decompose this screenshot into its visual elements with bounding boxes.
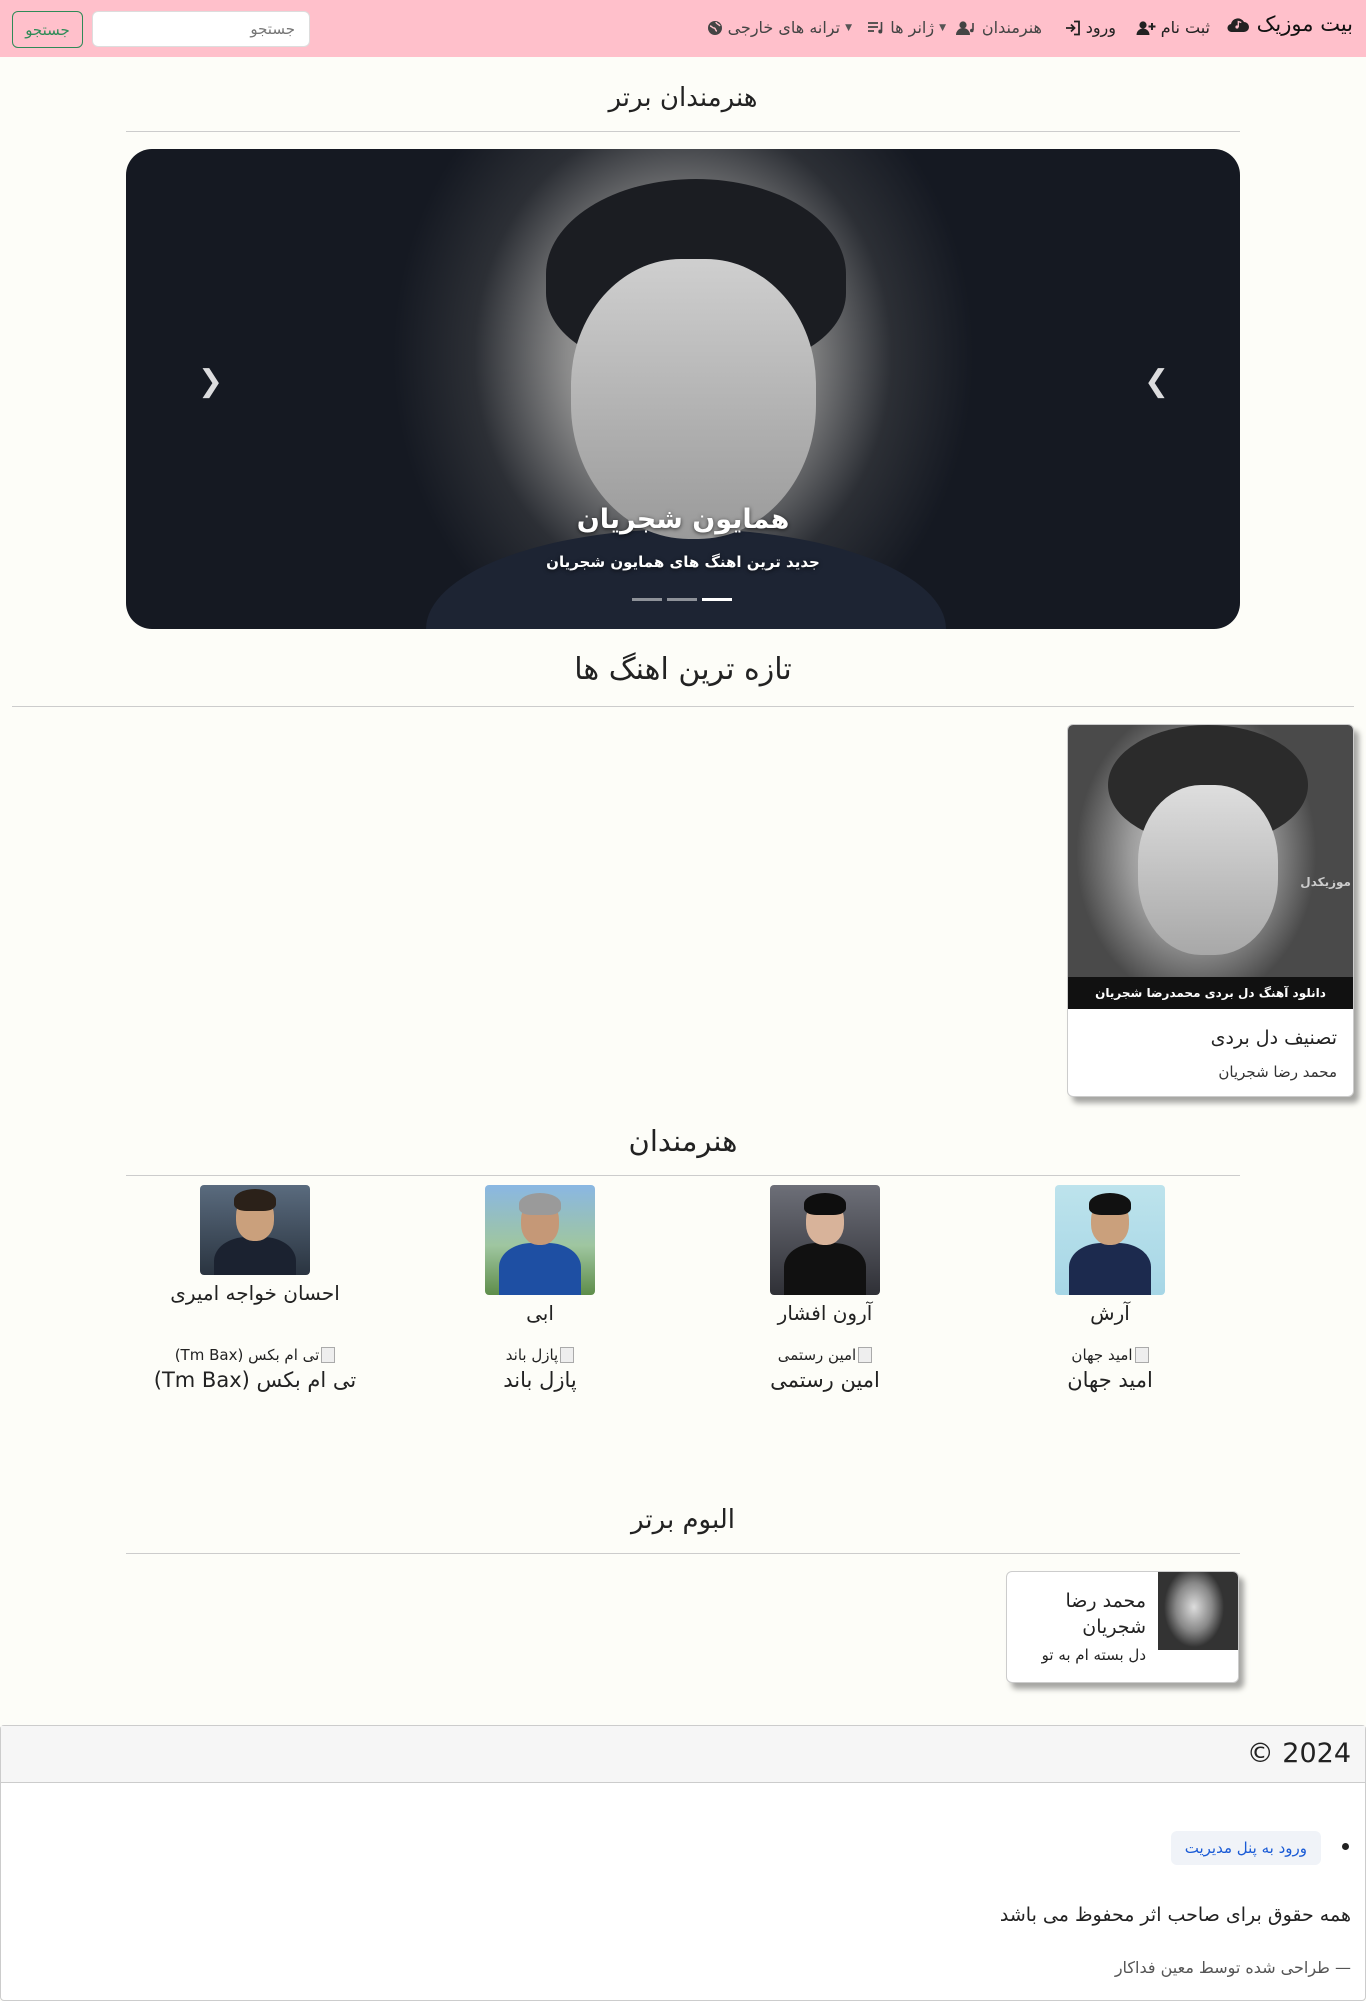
divider: [126, 131, 1240, 132]
navbar: بیت موزیک ثبت نام ورود هنرمندان ▼ ژانر ه…: [0, 0, 1366, 57]
photo-body: [499, 1243, 581, 1295]
artist-name: آرش: [1090, 1301, 1130, 1325]
nav-login[interactable]: ورود: [1065, 18, 1116, 37]
artist-item[interactable]: پازل باند پازل باند: [420, 1346, 660, 1392]
carousel-indicator[interactable]: [667, 598, 697, 601]
artist-photo-broken: پازل باند: [420, 1346, 660, 1364]
artist-item[interactable]: تی ام بکس (Tm Bax) تی ام بکس (Tm Bax): [135, 1346, 375, 1392]
top-albums-heading: البوم برتر: [631, 1505, 735, 1535]
broken-image-icon: [858, 1347, 873, 1363]
nav-foreign-songs[interactable]: ▼ ترانه های خارجی: [707, 18, 852, 37]
photo-body: [1069, 1243, 1151, 1295]
broken-image-icon: [1134, 1347, 1149, 1363]
artist-photo: [200, 1185, 310, 1275]
artist-item[interactable]: امین رستمی امین رستمی: [705, 1346, 945, 1392]
user-plus-icon: [1136, 20, 1156, 35]
song-artist: محمد رضا شجریان: [1218, 1063, 1337, 1081]
cover-watermark: موزیکدل: [1300, 875, 1351, 889]
nav-genres-label: ژانر ها: [890, 18, 935, 37]
footer: 2024 © ورود به پنل مدیریت همه حقوق برای …: [0, 1725, 1366, 2001]
brand-label: بیت موزیک: [1256, 12, 1353, 36]
top-artists-heading: هنرمندان برتر: [608, 83, 758, 113]
cover-banner: دانلود آهنگ دل بردی محمدرضا شجریان: [1068, 977, 1353, 1009]
carousel-caption-title: همایون شجریان: [576, 504, 790, 535]
brand-link[interactable]: بیت موزیک: [1226, 12, 1353, 36]
artist-name: تی ام بکس (Tm Bax): [153, 1368, 357, 1392]
cloud-music-icon: [1227, 18, 1249, 33]
photo-hair: [519, 1193, 561, 1215]
artist-name: احسان خواجه امیری: [170, 1281, 340, 1305]
users-music-icon: [955, 20, 974, 35]
artist-item[interactable]: احسان خواجه امیری: [135, 1185, 375, 1305]
artist-photo: [485, 1185, 595, 1295]
artist-photo-broken: امید جهان: [990, 1346, 1230, 1364]
login-icon: [1065, 20, 1080, 35]
divider: [12, 706, 1354, 707]
nav-genres[interactable]: ▼ ژانر ها: [867, 18, 946, 37]
artist-photo-alt: امید جهان: [1071, 1346, 1133, 1364]
album-card[interactable]: محمد رضا شجریان دل بسته ام به تو: [1006, 1571, 1239, 1683]
broken-image-icon: [321, 1347, 336, 1363]
song-card[interactable]: موزیکدل دانلود آهنگ دل بردی محمدرضا شجری…: [1067, 724, 1354, 1097]
carousel-caption-subtitle: جدید ترین اهنگ های همایون شجریان: [546, 553, 820, 571]
carousel-next-chevron-icon[interactable]: ❯: [1144, 364, 1169, 399]
nav-register[interactable]: ثبت نام: [1136, 18, 1210, 37]
globe-icon: [707, 20, 722, 35]
photo-body: [784, 1243, 866, 1295]
artist-item[interactable]: آرون افشار: [705, 1185, 945, 1325]
artist-photo: [1055, 1185, 1165, 1295]
nav-artists[interactable]: هنرمندان: [955, 18, 1042, 37]
artist-name: آرون افشار: [777, 1301, 873, 1325]
nav-artists-label: هنرمندان: [981, 18, 1042, 37]
footer-header: 2024 ©: [1, 1726, 1365, 1783]
chevron-down-icon: ▼: [939, 22, 946, 33]
admin-panel-link[interactable]: ورود به پنل مدیریت: [1170, 1831, 1321, 1865]
footer-credit: — طراحی شده توسط معین فداکار: [1114, 1958, 1351, 1977]
cover-face: [1138, 785, 1278, 955]
footer-copyright-year: 2024 ©: [1246, 1738, 1351, 1769]
artist-photo-broken: امین رستمی: [705, 1346, 945, 1364]
photo-hair: [1089, 1193, 1131, 1215]
artist-item[interactable]: ابی: [420, 1185, 660, 1325]
photo-hair: [804, 1193, 846, 1215]
artist-name: پازل باند: [503, 1368, 577, 1392]
artist-item[interactable]: امید جهان امید جهان: [990, 1346, 1230, 1392]
top-artists-carousel: ❮ ❯ همایون شجریان جدید ترین اهنگ های هما…: [126, 149, 1240, 629]
photo-hair: [234, 1189, 276, 1211]
list-bullet: [1342, 1843, 1349, 1850]
nav-login-label: ورود: [1085, 18, 1116, 37]
photo-body: [214, 1237, 296, 1275]
carousel-prev-chevron-icon[interactable]: ❮: [198, 364, 223, 399]
artist-name: امین رستمی: [770, 1368, 880, 1392]
latest-songs-heading: تازه ترین اهنگ ها: [574, 652, 792, 687]
artist-photo-alt: پازل باند: [505, 1346, 559, 1364]
playlist-icon: [868, 21, 883, 33]
search-input[interactable]: [92, 11, 310, 47]
nav-foreign-songs-label: ترانه های خارجی: [727, 18, 841, 37]
album-cover-image: [1158, 1572, 1238, 1650]
chevron-down-icon: ▼: [845, 22, 852, 33]
carousel-image-shirt: [426, 529, 946, 629]
nav-register-label: ثبت نام: [1160, 18, 1210, 37]
carousel-image-face: [571, 259, 816, 539]
broken-image-icon: [560, 1347, 575, 1363]
song-title: تصنیف دل بردی: [1210, 1027, 1337, 1049]
divider: [126, 1553, 1240, 1554]
footer-rights: همه حقوق برای صاحب اثر محفوظ می باشد: [999, 1904, 1351, 1926]
artist-photo-alt: تی ام بکس (Tm Bax): [174, 1346, 320, 1364]
artist-name: امید جهان: [1067, 1368, 1153, 1392]
artist-photo-broken: تی ام بکس (Tm Bax): [135, 1346, 375, 1364]
artist-photo: [770, 1185, 880, 1295]
search-button[interactable]: جستجو: [12, 11, 83, 48]
divider: [126, 1175, 1240, 1176]
artists-heading: هنرمندان: [628, 1124, 738, 1158]
carousel-indicator-active[interactable]: [702, 598, 732, 601]
album-title: دل بسته ام به تو: [1041, 1646, 1146, 1664]
artist-name: ابی: [526, 1301, 554, 1325]
artist-photo-alt: امین رستمی: [777, 1346, 857, 1364]
album-artist: محمد رضا شجریان: [1065, 1590, 1146, 1638]
song-cover-image: موزیکدل دانلود آهنگ دل بردی محمدرضا شجری…: [1068, 725, 1353, 1009]
carousel-indicator[interactable]: [632, 598, 662, 601]
artist-item[interactable]: آرش: [990, 1185, 1230, 1325]
